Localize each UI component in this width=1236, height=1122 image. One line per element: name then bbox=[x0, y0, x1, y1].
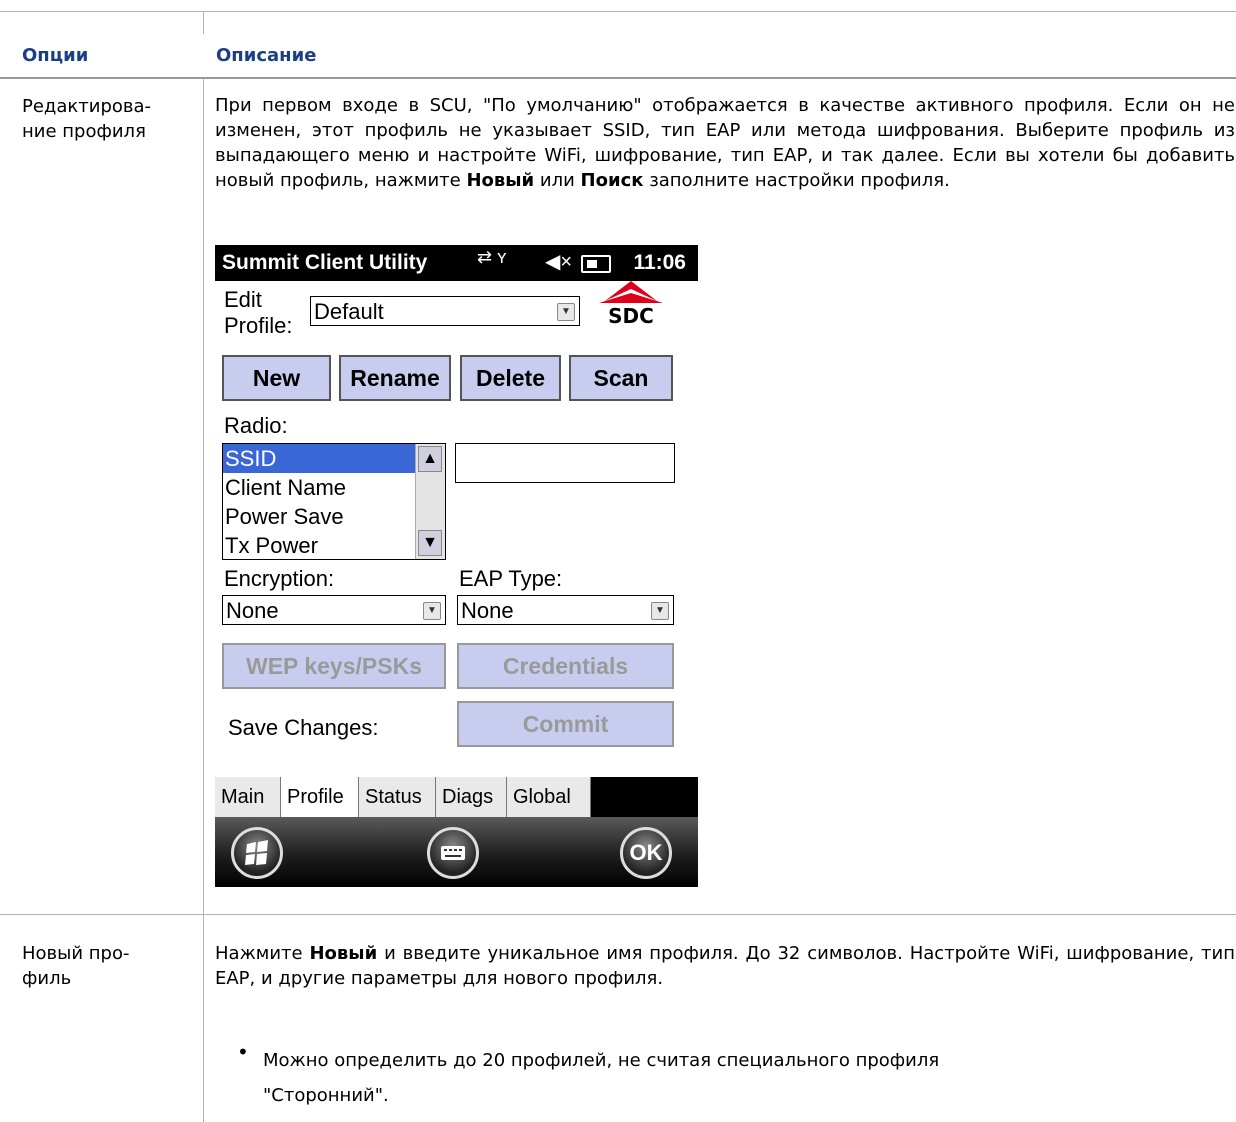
tab-bar: Main Profile Status Diags Global bbox=[215, 777, 698, 817]
radio-list-item[interactable]: Client Name bbox=[223, 473, 418, 502]
soft-key-bar: OK bbox=[215, 817, 698, 887]
radio-value-input[interactable] bbox=[455, 443, 675, 483]
save-changes-label: Save Changes: bbox=[228, 715, 379, 740]
wep-keys-button[interactable]: WEP keys/PSKs bbox=[222, 643, 446, 689]
dropdown-arrow-icon: ▼ bbox=[651, 602, 669, 620]
row1-option-line1: Редактирова- bbox=[22, 96, 152, 117]
table-left-line-top bbox=[203, 12, 204, 34]
new-button[interactable]: New bbox=[222, 355, 331, 401]
windows-flag-icon bbox=[245, 840, 268, 865]
radio-list-item[interactable]: SSID bbox=[223, 444, 418, 473]
row1-desc-text3: заполните настройки профиля. bbox=[643, 170, 950, 191]
encryption-dropdown[interactable]: None ▼ bbox=[222, 595, 446, 625]
row1-option-line2: ние профиля bbox=[22, 121, 146, 142]
scroll-down-icon[interactable]: ▼ bbox=[418, 530, 442, 556]
eap-type-label: EAP Type: bbox=[459, 566, 563, 591]
row1-option: Редактирова- ние профиля bbox=[22, 94, 151, 144]
status-bar: Summit Client Utility ⇄ ʏ ◀× 11:06 bbox=[215, 245, 698, 281]
eap-type-dropdown[interactable]: None ▼ bbox=[457, 595, 674, 625]
keyboard-glyph-icon bbox=[441, 846, 465, 860]
tab-main[interactable]: Main bbox=[215, 777, 281, 817]
edit-profile-label: Edit Profile: bbox=[224, 287, 292, 339]
keyboard-icon[interactable] bbox=[427, 827, 479, 879]
eap-type-dropdown-value: None bbox=[461, 598, 514, 623]
tab-diags[interactable]: Diags bbox=[436, 777, 507, 817]
radio-list[interactable]: SSID Client Name Power Save Tx Power ▲ ▼ bbox=[222, 443, 446, 560]
header-bottom-border bbox=[0, 77, 1236, 79]
tab-global[interactable]: Global bbox=[507, 777, 591, 817]
row-divider bbox=[0, 914, 1236, 915]
scroll-up-icon[interactable]: ▲ bbox=[418, 446, 442, 472]
radio-label: Radio: bbox=[224, 413, 288, 438]
row2-option-line1: Новый про- bbox=[22, 943, 130, 964]
radio-list-item[interactable]: Tx Power bbox=[223, 531, 418, 559]
row1-desc-bold-search: Поиск bbox=[580, 170, 644, 191]
connectivity-icon: ⇄ ʏ bbox=[477, 247, 507, 267]
sdc-logo-text: SDC bbox=[608, 304, 654, 328]
ok-button[interactable]: OK bbox=[620, 827, 672, 879]
bullet-icon: • bbox=[237, 1040, 249, 1064]
row2-bullet-line2: "Сторонний". bbox=[263, 1085, 389, 1106]
commit-button[interactable]: Commit bbox=[457, 701, 674, 747]
row2-description: Нажмите Новый и введите уникальное имя п… bbox=[215, 941, 1235, 991]
dropdown-arrow-icon: ▼ bbox=[423, 602, 441, 620]
credentials-button[interactable]: Credentials bbox=[457, 643, 674, 689]
encryption-label: Encryption: bbox=[224, 566, 335, 591]
delete-button[interactable]: Delete bbox=[460, 355, 561, 401]
status-bar-time: 11:06 bbox=[633, 251, 686, 274]
row2-bullet-text: Можно определить до 20 профилей, не счит… bbox=[263, 1043, 1223, 1113]
device-screenshot: Summit Client Utility ⇄ ʏ ◀× 11:06 Edit … bbox=[215, 245, 698, 887]
row1-description: При первом входе в SCU, "По умолчанию" о… bbox=[215, 93, 1235, 193]
tab-profile[interactable]: Profile bbox=[281, 777, 359, 817]
battery-icon bbox=[581, 255, 611, 273]
radio-list-scrollbar[interactable]: ▲ ▼ bbox=[415, 444, 445, 559]
profile-dropdown-value: Default bbox=[314, 299, 384, 324]
sdc-logo: SDC bbox=[599, 281, 663, 328]
scan-button[interactable]: Scan bbox=[569, 355, 673, 401]
row2-bullet-line1: Можно определить до 20 профилей, не счит… bbox=[263, 1050, 940, 1071]
row2-option-line2: филь bbox=[22, 968, 72, 989]
row2-desc-text1: Нажмите bbox=[215, 943, 310, 964]
encryption-dropdown-value: None bbox=[226, 598, 279, 623]
edit-profile-label-line2: Profile: bbox=[224, 313, 293, 338]
row1-desc-text2: или bbox=[534, 170, 581, 191]
table-top-border bbox=[0, 11, 1236, 12]
row2-desc-bold-new: Новый bbox=[309, 943, 378, 964]
rename-button[interactable]: Rename bbox=[339, 355, 451, 401]
header-description: Описание bbox=[216, 45, 317, 66]
edit-profile-label-line1: Edit bbox=[224, 287, 262, 312]
tab-status[interactable]: Status bbox=[359, 777, 436, 817]
profile-dropdown[interactable]: Default ▼ bbox=[310, 296, 580, 326]
row1-desc-bold-new: Новый bbox=[466, 170, 535, 191]
row2-option: Новый про- филь bbox=[22, 941, 130, 991]
ok-button-label: OK bbox=[629, 840, 663, 865]
radio-list-item[interactable]: Power Save bbox=[223, 502, 418, 531]
header-options: Опции bbox=[22, 45, 89, 66]
column-divider bbox=[203, 78, 204, 1122]
speaker-muted-icon: ◀× bbox=[545, 251, 573, 273]
dropdown-arrow-icon: ▼ bbox=[557, 303, 575, 321]
status-bar-title: Summit Client Utility bbox=[222, 251, 428, 274]
windows-start-icon[interactable] bbox=[231, 827, 283, 879]
